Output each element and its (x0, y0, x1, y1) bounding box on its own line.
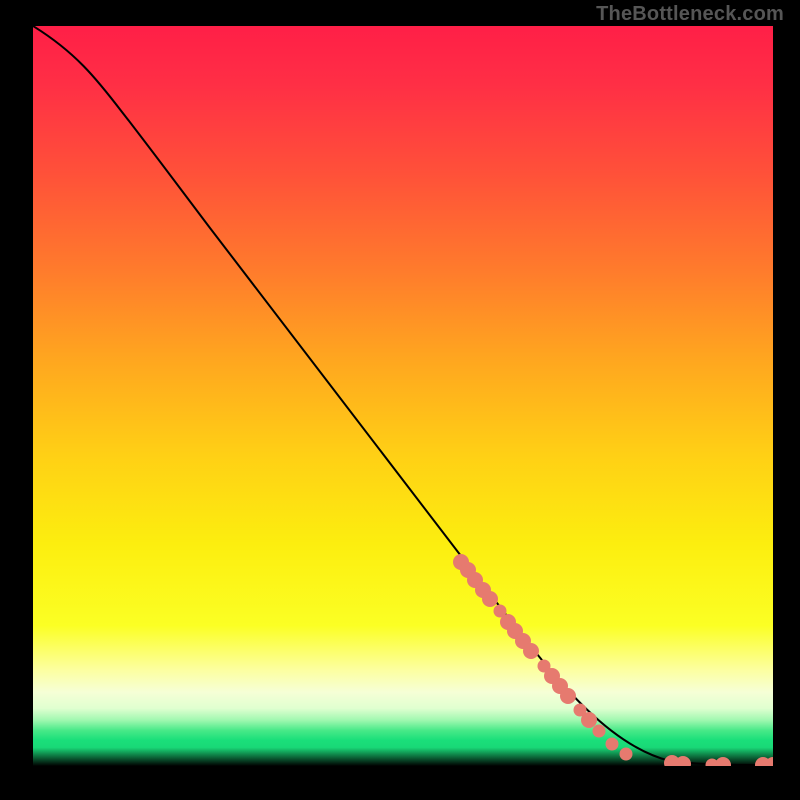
data-point (482, 591, 498, 607)
watermark-text: TheBottleneck.com (596, 3, 784, 26)
data-point (675, 756, 691, 772)
frame: { "watermark": "TheBottleneck.com", "plo… (0, 0, 800, 800)
data-point (560, 688, 576, 704)
data-point (715, 757, 731, 773)
data-point (523, 643, 539, 659)
data-point (606, 738, 619, 751)
data-point (581, 712, 597, 728)
plot-background (33, 26, 773, 766)
data-point (593, 725, 606, 738)
data-point (620, 748, 633, 761)
chart-svg (0, 0, 800, 800)
data-point (765, 757, 781, 773)
